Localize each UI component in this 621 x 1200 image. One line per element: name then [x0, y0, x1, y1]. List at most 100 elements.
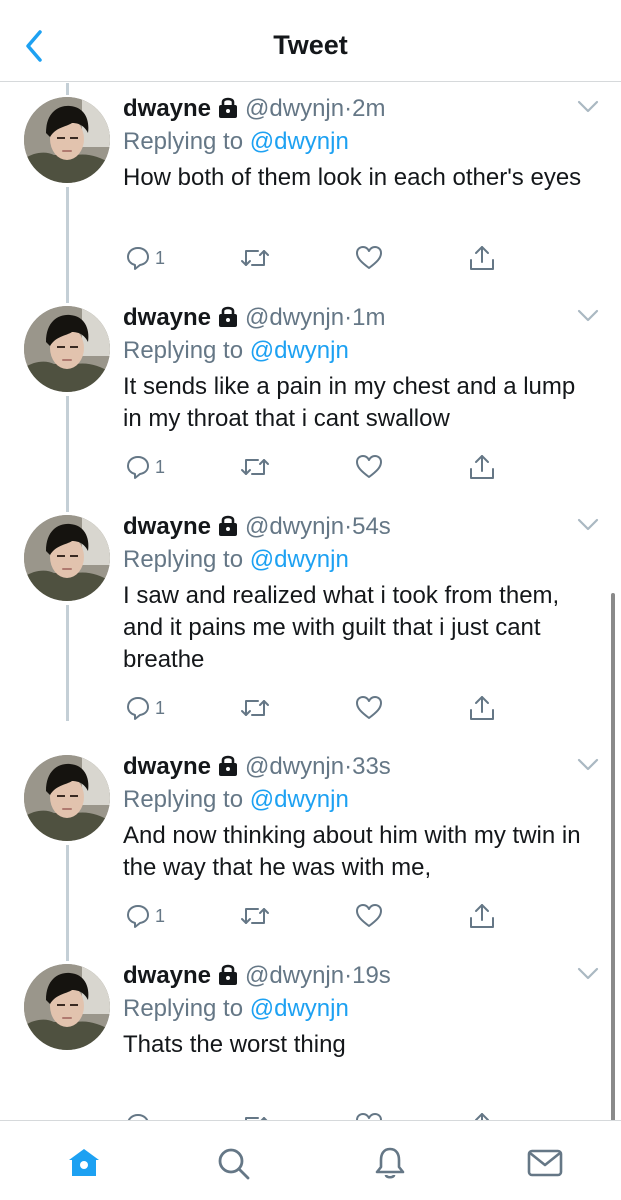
like-button[interactable]	[355, 901, 387, 931]
display-name[interactable]: dwayne	[123, 304, 211, 331]
retweet-icon	[241, 908, 269, 924]
tweet-text: Thats the worst thing	[123, 1031, 346, 1058]
reply-count: 1	[155, 248, 166, 268]
username[interactable]: @dwynjn	[245, 962, 344, 989]
replying-to-label: Replying to	[123, 546, 250, 573]
tweet-actions	[123, 1110, 583, 1120]
tab-notifications[interactable]	[370, 1143, 410, 1183]
username[interactable]: @dwynjn	[245, 95, 344, 122]
replying-to-label: Replying to	[123, 786, 250, 813]
tab-home[interactable]	[64, 1143, 104, 1183]
like-button[interactable]	[355, 243, 387, 273]
retweet-button[interactable]	[240, 901, 274, 931]
display-name[interactable]: dwayne	[123, 962, 211, 989]
share-icon	[470, 246, 494, 270]
share-icon	[470, 904, 494, 928]
display-name[interactable]: dwayne	[123, 753, 211, 780]
username[interactable]: @dwynjn	[245, 513, 344, 540]
avatar[interactable]	[24, 964, 110, 1050]
chevron-down-icon[interactable]	[577, 757, 599, 773]
replying-to-handle[interactable]: @dwynjn	[250, 995, 349, 1022]
tweet-actions: 1	[123, 243, 583, 273]
share-button[interactable]	[468, 243, 496, 273]
reply-button[interactable]	[125, 1110, 155, 1120]
chevron-down-icon[interactable]	[577, 308, 599, 324]
like-button[interactable]	[355, 452, 387, 482]
avatar-image	[24, 755, 110, 841]
lock-icon	[219, 306, 238, 327]
share-button[interactable]	[468, 452, 496, 482]
heart-icon	[356, 246, 382, 269]
reply-icon	[127, 456, 149, 479]
tweet-text: How both of them look in each other's ey…	[123, 164, 582, 191]
share-button[interactable]	[468, 901, 496, 931]
tweet[interactable]: dwayne @dwynjn·54s Replying to @dwynjn I …	[0, 501, 621, 741]
scrollbar[interactable]	[611, 593, 615, 1120]
username[interactable]: @dwynjn	[245, 753, 344, 780]
display-name[interactable]: dwayne	[123, 95, 211, 122]
replying-to-line: Replying to @dwynjn	[123, 334, 593, 368]
replying-to-handle[interactable]: @dwynjn	[250, 128, 349, 155]
username[interactable]: @dwynjn	[245, 304, 344, 331]
lock-icon	[219, 964, 238, 985]
share-button[interactable]	[468, 1110, 496, 1120]
tweet-header: dwayne @dwynjn·54s	[123, 511, 593, 543]
replying-to-line: Replying to @dwynjn	[123, 992, 593, 1026]
tweet[interactable]: dwayne @dwynjn·19s Replying to @dwynjn Th…	[0, 950, 621, 1120]
tweet-content: dwayne @dwynjn·2m Replying to @dwynjn How…	[123, 93, 593, 194]
like-button[interactable]	[355, 693, 387, 723]
tweet-content: dwayne @dwynjn·54s Replying to @dwynjn I …	[123, 511, 593, 676]
display-name[interactable]: dwayne	[123, 513, 211, 540]
tweet-actions: 1	[123, 452, 583, 482]
replying-to-handle[interactable]: @dwynjn	[250, 337, 349, 364]
mail-icon	[527, 1149, 563, 1177]
tab-messages[interactable]	[525, 1143, 565, 1183]
replying-to-line: Replying to @dwynjn	[123, 125, 593, 159]
avatar-image	[24, 964, 110, 1050]
separator-dot: ·	[344, 95, 353, 122]
home-icon	[69, 1149, 99, 1176]
reply-icon	[127, 697, 149, 720]
tweet-thread[interactable]: dwayne @dwynjn·2m Replying to @dwynjn How…	[0, 83, 621, 1120]
tweet-header: dwayne @dwynjn·33s	[123, 751, 593, 783]
reply-count: 1	[155, 698, 166, 718]
reply-count: 1	[155, 457, 166, 477]
like-button[interactable]	[355, 1110, 387, 1120]
timestamp: 33s	[352, 753, 391, 780]
avatar[interactable]	[24, 515, 110, 601]
tweet[interactable]: dwayne @dwynjn·2m Replying to @dwynjn How…	[0, 83, 621, 292]
reply-button[interactable]: 1	[125, 452, 165, 482]
separator-dot: ·	[344, 962, 353, 989]
replying-to-handle[interactable]: @dwynjn	[250, 546, 349, 573]
retweet-button[interactable]	[240, 243, 274, 273]
reply-button[interactable]: 1	[125, 243, 165, 273]
chevron-down-icon[interactable]	[577, 517, 599, 533]
retweet-icon	[241, 700, 269, 716]
retweet-button[interactable]	[240, 1110, 274, 1120]
tweet[interactable]: dwayne @dwynjn·33s Replying to @dwynjn An…	[0, 741, 621, 950]
share-button[interactable]	[468, 693, 496, 723]
chevron-down-icon[interactable]	[577, 966, 599, 982]
tweet-header: dwayne @dwynjn·2m	[123, 93, 593, 125]
avatar[interactable]	[24, 306, 110, 392]
retweet-icon	[241, 459, 269, 475]
replying-to-line: Replying to @dwynjn	[123, 783, 593, 817]
retweet-icon	[245, 1117, 268, 1120]
retweet-button[interactable]	[240, 452, 274, 482]
timestamp: 54s	[352, 513, 391, 540]
heart-icon	[356, 1113, 382, 1120]
tweet-content: dwayne @dwynjn·33s Replying to @dwynjn An…	[123, 751, 593, 884]
tab-search[interactable]	[213, 1143, 253, 1183]
reply-count: 1	[155, 906, 166, 926]
tweet[interactable]: dwayne @dwynjn·1m Replying to @dwynjn It …	[0, 292, 621, 501]
avatar[interactable]	[24, 97, 110, 183]
separator-dot: ·	[344, 304, 353, 331]
replying-to-label: Replying to	[123, 128, 250, 155]
reply-button[interactable]: 1	[125, 901, 165, 931]
tweet-content: dwayne @dwynjn·19s Replying to @dwynjn Th…	[123, 960, 593, 1061]
chevron-down-icon[interactable]	[577, 99, 599, 115]
reply-button[interactable]: 1	[125, 693, 165, 723]
retweet-button[interactable]	[240, 693, 274, 723]
avatar[interactable]	[24, 755, 110, 841]
replying-to-handle[interactable]: @dwynjn	[250, 786, 349, 813]
